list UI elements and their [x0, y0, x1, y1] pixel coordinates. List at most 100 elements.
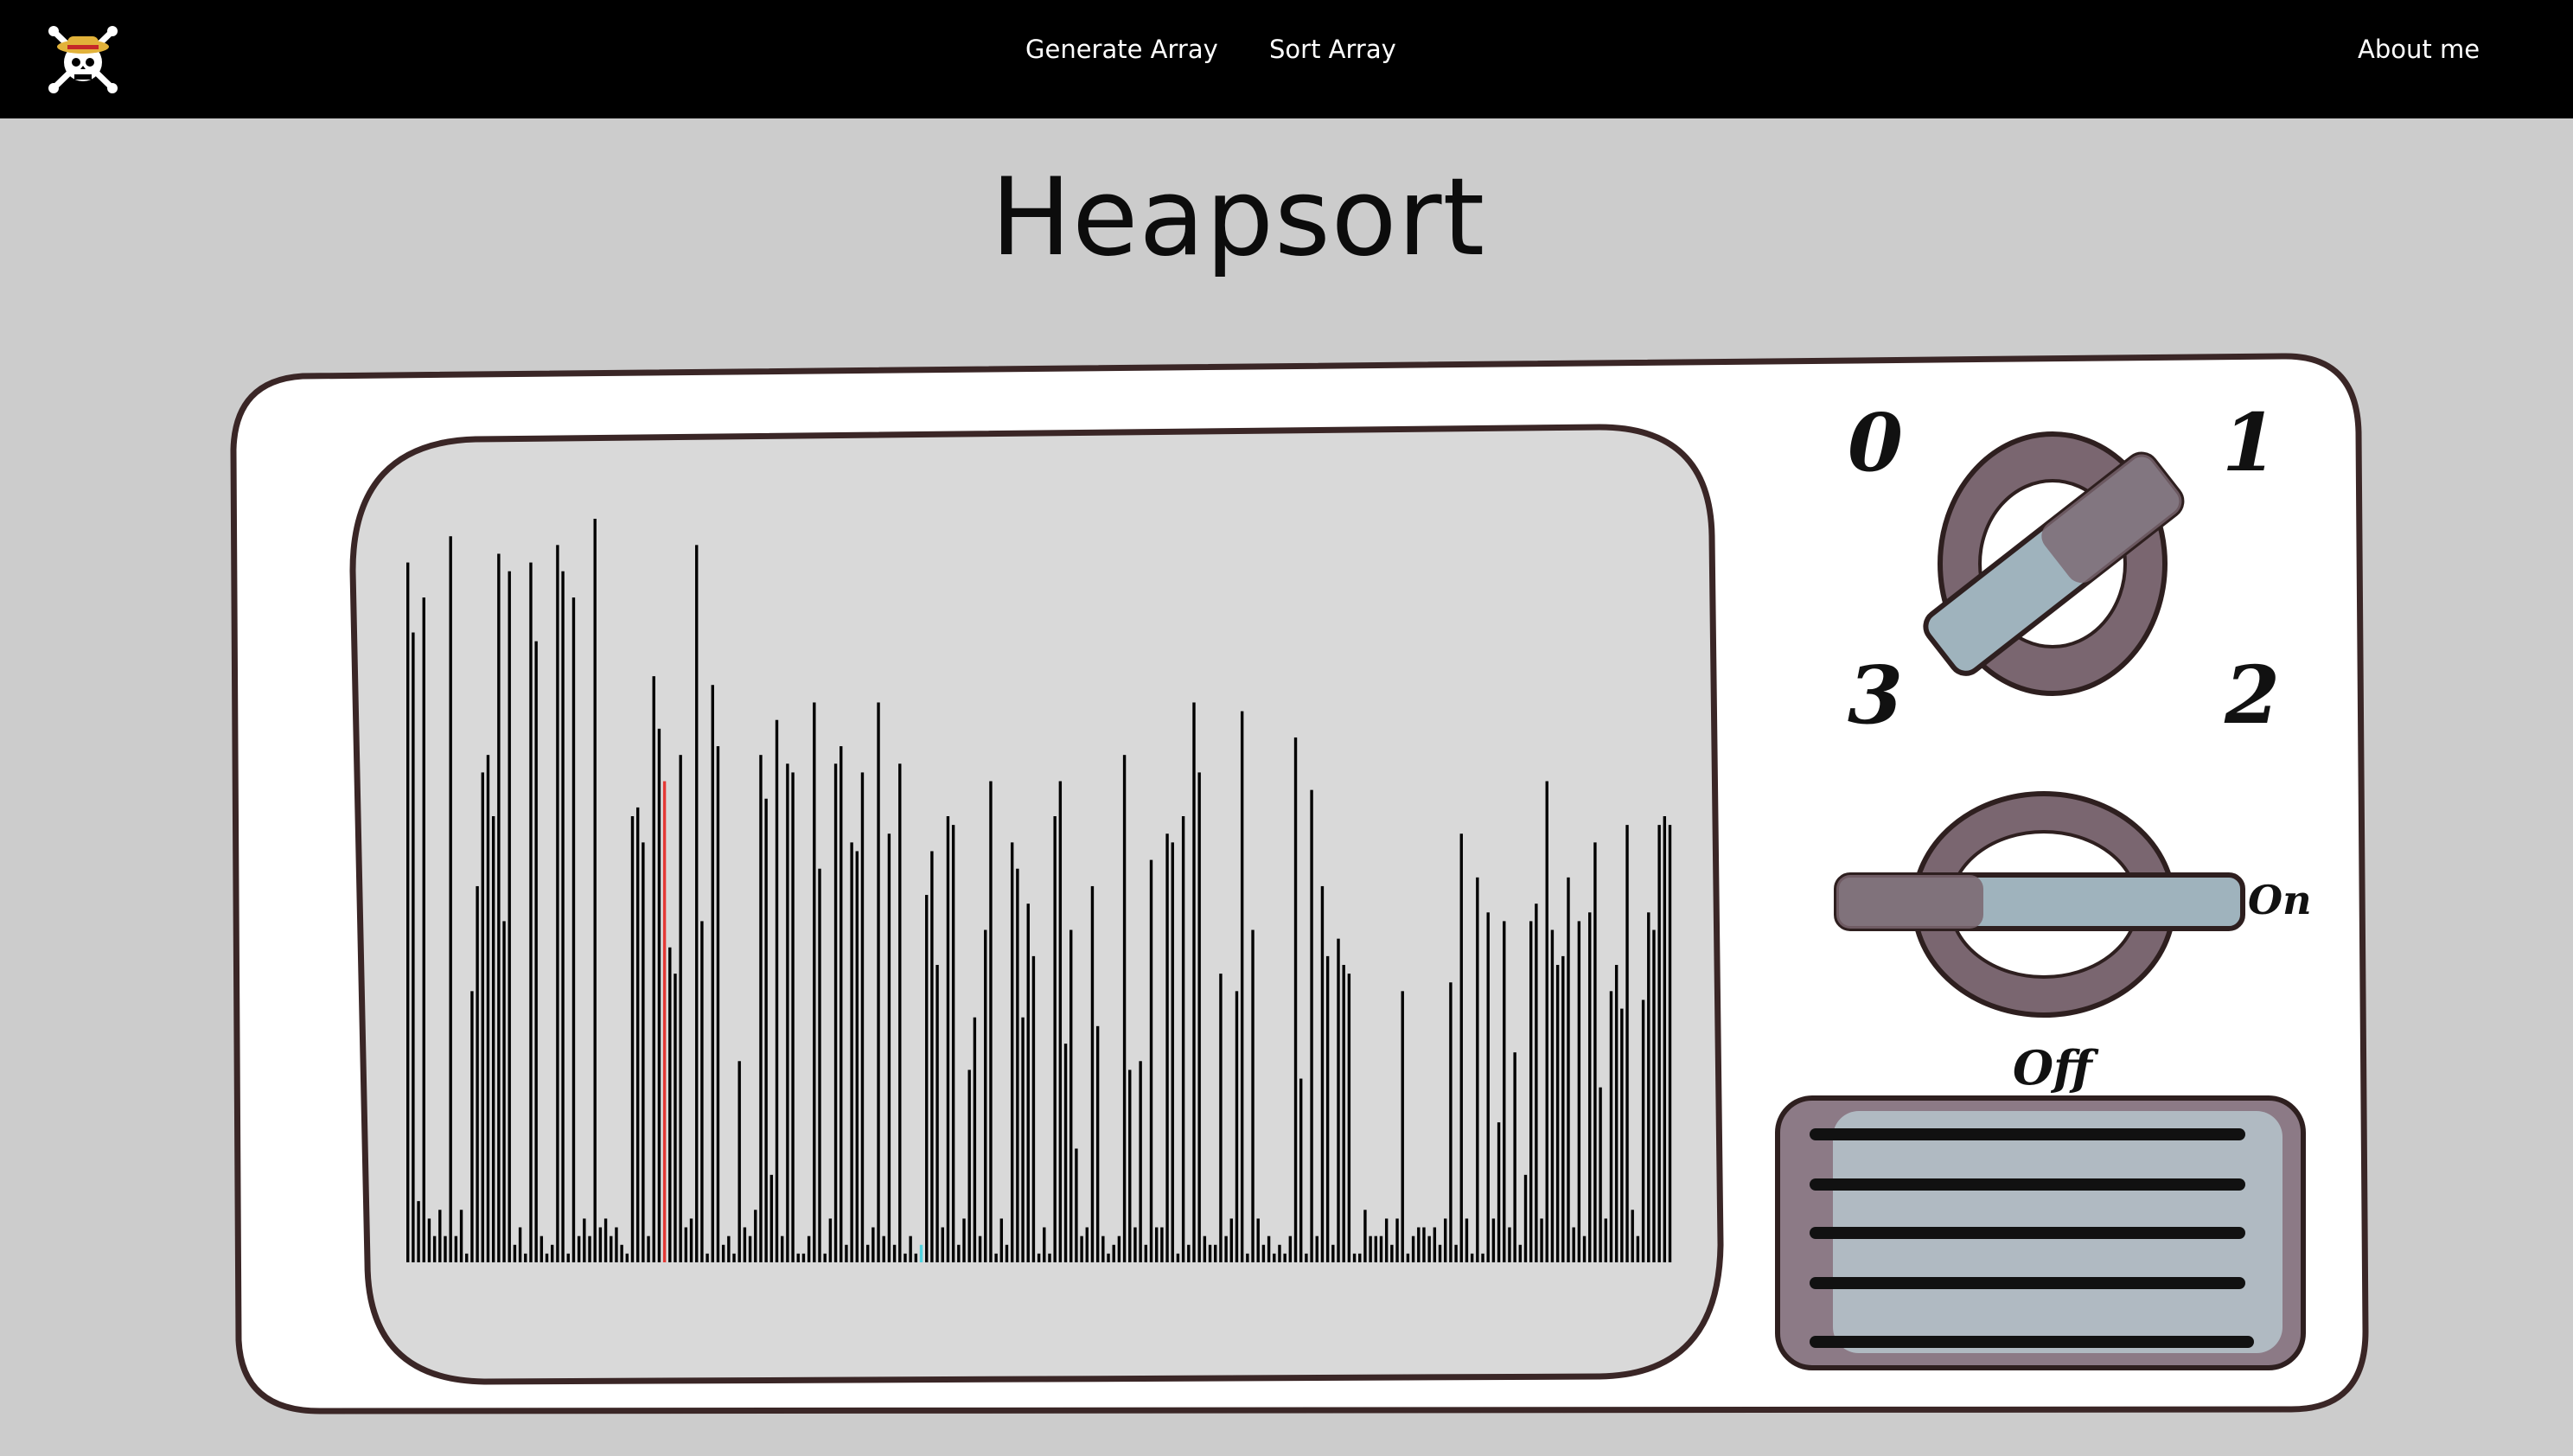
array-bar [946, 816, 950, 1262]
array-bar [743, 1227, 747, 1262]
array-bar [1181, 816, 1185, 1262]
array-bar [529, 562, 533, 1262]
array-bar [796, 1253, 800, 1262]
array-bar [872, 1227, 875, 1262]
array-bar [497, 553, 501, 1262]
array-bar [695, 545, 699, 1262]
array-bar [1503, 921, 1506, 1262]
array-bar [775, 719, 779, 1262]
array-bar [1053, 816, 1057, 1262]
array-bar [1197, 772, 1201, 1262]
array-bar [1395, 1218, 1399, 1262]
array-bar [603, 1218, 608, 1262]
array-bar [1122, 755, 1127, 1262]
array-bar [1095, 1025, 1100, 1262]
array-bar [1631, 1210, 1634, 1262]
array-bar [1160, 1227, 1164, 1262]
array-bar [481, 772, 484, 1262]
array-bar [1283, 1253, 1286, 1262]
array-bar [1374, 1236, 1377, 1262]
array-bar [1422, 1227, 1426, 1262]
array-bar [1149, 859, 1153, 1262]
array-bar [941, 1227, 944, 1262]
array-bar [1069, 929, 1073, 1262]
array-bar [674, 974, 677, 1262]
array-bar [1540, 1218, 1543, 1262]
array-bar [1384, 1218, 1389, 1262]
array-bar [764, 798, 768, 1262]
array-bar [1310, 789, 1313, 1262]
array-bar [1625, 825, 1629, 1262]
array-bar [1668, 825, 1672, 1262]
array-bar [438, 1210, 442, 1262]
array-bar [1037, 1253, 1041, 1262]
array-bar [540, 1236, 544, 1262]
array-bar [759, 755, 763, 1262]
array-bar [1299, 1078, 1303, 1262]
array-bar [1273, 1253, 1276, 1262]
array-bar [1641, 999, 1645, 1262]
array-bar [828, 1218, 833, 1262]
array-bar [1497, 1122, 1501, 1262]
array-bar [1588, 912, 1592, 1262]
array-bar [1117, 1236, 1121, 1262]
array-bar [1187, 1244, 1191, 1262]
array-bar [1486, 912, 1490, 1262]
array-bar [561, 571, 565, 1262]
array-bar [593, 519, 597, 1262]
array-bar [1454, 1244, 1458, 1262]
array-bar [1219, 974, 1223, 1262]
array-bar [625, 1253, 629, 1262]
array-bar [1550, 929, 1555, 1262]
array-bar [833, 763, 838, 1262]
array-bar [791, 772, 795, 1262]
array-bar [465, 1253, 469, 1262]
array-bar [1005, 1244, 1009, 1262]
array-bar [518, 1227, 522, 1262]
array-bar [850, 842, 853, 1262]
array-bar [1240, 711, 1244, 1262]
array-bar [1582, 1236, 1587, 1262]
array-bar [801, 1253, 806, 1262]
array-bar [635, 807, 640, 1262]
array-bar [1101, 1236, 1105, 1262]
array-bar [1165, 833, 1169, 1262]
array-bar [1652, 929, 1656, 1262]
array-bar [1058, 781, 1063, 1262]
array-bar [1529, 921, 1533, 1262]
array-bar [610, 1236, 613, 1262]
array-bar [1465, 1218, 1469, 1262]
array-bar [1090, 885, 1095, 1262]
array-bar [1577, 921, 1581, 1262]
array-bar [1133, 1227, 1137, 1262]
array-bar [1016, 868, 1019, 1262]
array-bar [1572, 1227, 1575, 1262]
array-bar [711, 685, 714, 1262]
array-bar [1390, 1244, 1394, 1262]
array-bar [1320, 885, 1325, 1262]
array-bar [502, 921, 506, 1262]
array-bar [700, 921, 704, 1262]
array-bar [737, 1061, 741, 1262]
array-bar [1363, 1210, 1367, 1262]
dial-label-3: 3 [1848, 648, 1904, 742]
array-bar [668, 947, 672, 1262]
array-bar [571, 597, 576, 1262]
array-bar [877, 702, 880, 1262]
array-bar [679, 755, 682, 1262]
array-bar [1369, 1236, 1372, 1262]
array-bar [1647, 912, 1650, 1262]
dial-label-2: 2 [2225, 648, 2281, 742]
array-bar [1604, 1218, 1607, 1262]
array-bar [1063, 1044, 1068, 1262]
array-bar [588, 1236, 591, 1262]
array-bar [1026, 904, 1030, 1262]
array-bar [406, 562, 410, 1262]
array-bar [1411, 1236, 1415, 1262]
dial-label-1: 1 [2222, 396, 2278, 489]
array-bar [781, 1236, 784, 1262]
array-bar [1229, 1218, 1233, 1262]
array-bar [898, 763, 902, 1262]
array-bar [1593, 842, 1597, 1262]
array-bar [909, 1236, 912, 1262]
